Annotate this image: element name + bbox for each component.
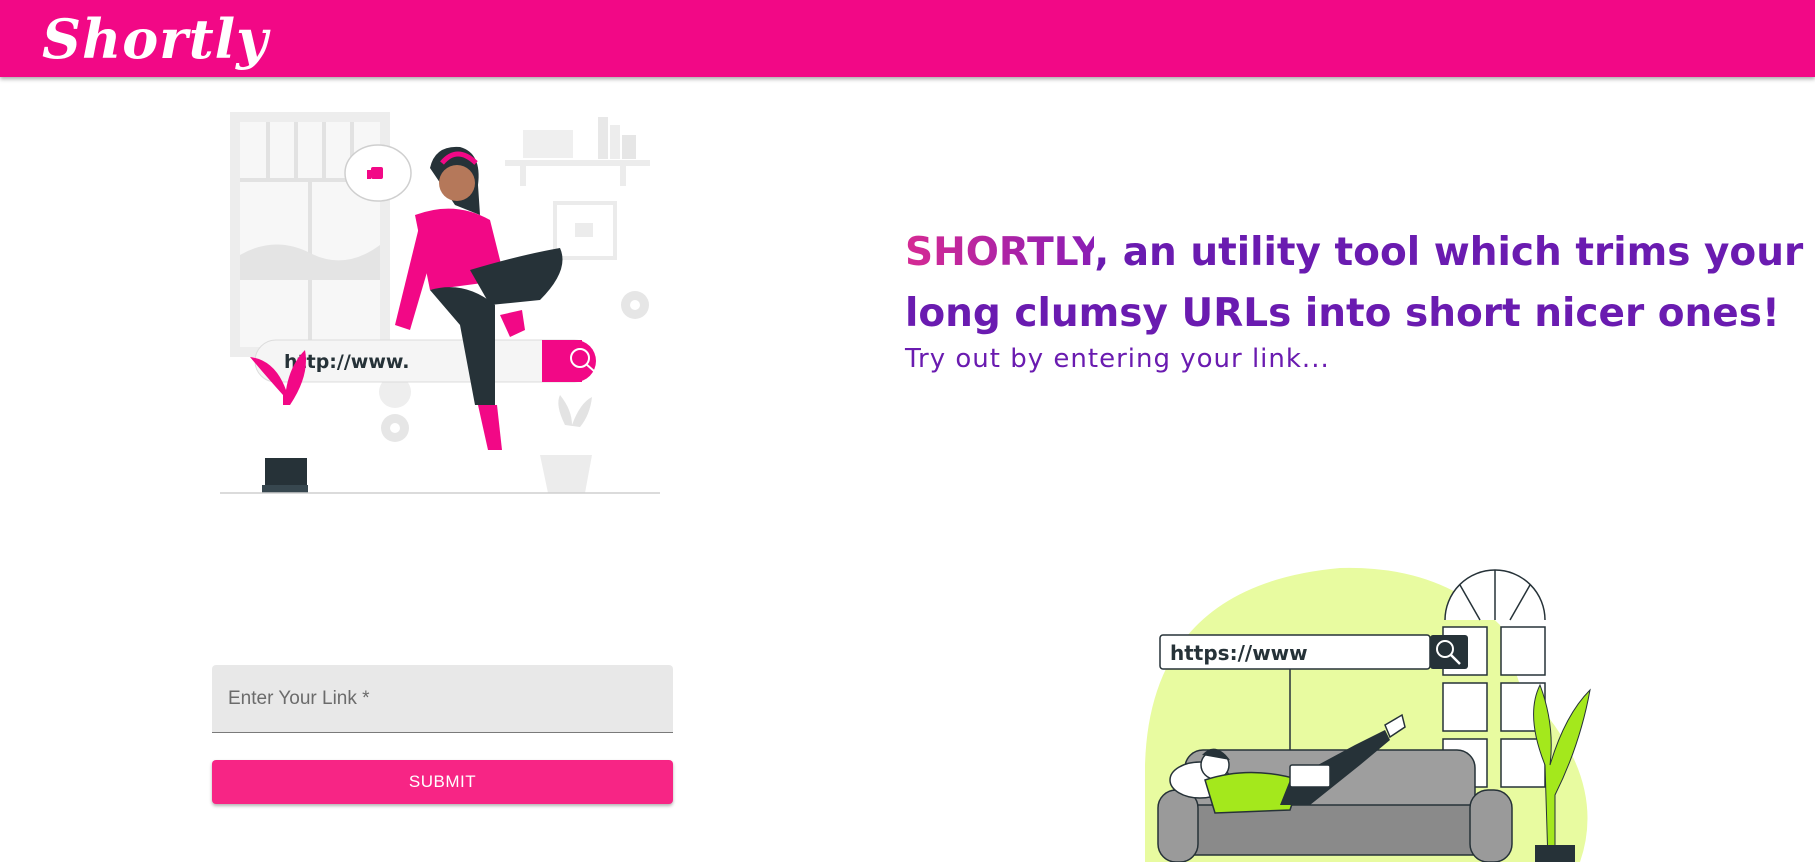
illustration-url-text-2: https://www [1170, 641, 1308, 665]
shortly-logo[interactable]: Shortly [42, 4, 269, 74]
top-app-bar: Shortly [0, 0, 1815, 77]
woman-on-couch-illustration: https://www [1145, 567, 1591, 862]
hero-subline: Try out by entering your link... [905, 344, 1330, 374]
link-field [212, 665, 673, 733]
headline-brand: SHORTLY [905, 230, 1095, 275]
hero-headline: SHORTLY, an utility tool which trims you… [905, 222, 1805, 344]
woman-on-searchbar-illustration: http://www. [220, 112, 660, 494]
link-input[interactable] [212, 665, 673, 732]
submit-button[interactable]: SUBMIT [212, 760, 673, 804]
